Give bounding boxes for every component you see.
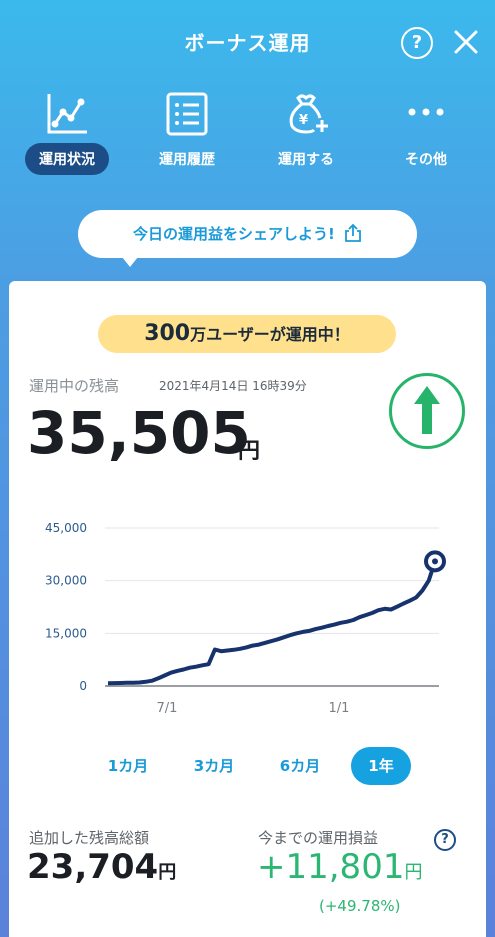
profit-help-button[interactable]: ? (434, 829, 456, 851)
share-icon (345, 224, 361, 242)
app-header: ボーナス運用 ? (0, 0, 495, 86)
profit-number: +11,801 (257, 847, 405, 887)
period-tab-6m[interactable]: 6カ月 (267, 747, 333, 785)
profit-label: 今までの運用損益 (258, 829, 379, 847)
added-unit: 円 (158, 862, 177, 883)
balance-date: 2021年4月14日 16時39分 (159, 379, 307, 393)
y-tick-label: 15,000 (45, 626, 87, 640)
y-tick-label: 45,000 (45, 521, 87, 535)
balance-chart: 45,000 30,000 15,000 0 7/1 1/1 (45, 521, 446, 716)
nav-label: 運用する (278, 152, 334, 168)
share-label: 今日の運用益をシェアしよう! (132, 225, 335, 243)
x-tick-label: 1/1 (329, 701, 350, 716)
nav-item-status[interactable]: 運用状況 (12, 86, 122, 186)
nav-label: 運用履歴 (159, 152, 215, 168)
chart-series-line (107, 560, 437, 686)
profit-value: +11,801円 (257, 847, 422, 887)
nav-item-invest[interactable]: ¥ 運用する (251, 86, 361, 186)
trend-indicator (389, 373, 465, 449)
badge-number: 300 (144, 321, 191, 346)
balance-card: 300万ユーザーが運用中！ 運用中の残高 2021年4月14日 16時39分 3… (9, 281, 486, 937)
added-value: 23,704 (27, 847, 159, 887)
share-button[interactable]: 今日の運用益をシェアしよう! (78, 210, 417, 267)
line-chart-icon (47, 94, 87, 134)
users-badge: 300万ユーザーが運用中！ (98, 315, 396, 353)
badge-text: 万ユーザーが運用中！ (190, 325, 350, 344)
added-balance-label: 追加した残高総額 (29, 829, 150, 847)
period-tab-3m[interactable]: 3カ月 (181, 747, 247, 785)
yen-bag-plus-icon: ¥ (289, 94, 328, 134)
nav-label: その他 (405, 152, 447, 168)
more-dots-icon (408, 108, 444, 116)
y-tick-label: 30,000 (45, 574, 87, 588)
top-nav: 運用状況 運用履歴 ¥ 運用する その他 (0, 86, 495, 186)
close-icon[interactable] (452, 28, 480, 56)
nav-item-more[interactable]: その他 (371, 86, 481, 186)
help-button[interactable]: ? (401, 27, 433, 59)
list-icon (166, 92, 208, 136)
x-tick-label: 7/1 (157, 701, 178, 716)
profit-percent: (+49.78%) (319, 897, 401, 915)
balance-value: 35,505 (27, 399, 251, 467)
chart-end-dot (432, 558, 438, 565)
period-tabs: 1カ月 3カ月 6カ月 1年 (9, 747, 486, 787)
balance-label: 運用中の残高 (29, 377, 120, 395)
nav-label: 運用状況 (25, 143, 109, 175)
balance-unit: 円 (238, 439, 261, 464)
svg-text:¥: ¥ (299, 113, 308, 128)
y-tick-label: 0 (79, 679, 87, 693)
nav-item-history[interactable]: 運用履歴 (132, 86, 242, 186)
added-balance-value: 23,704円 (27, 847, 176, 887)
period-tab-1m[interactable]: 1カ月 (95, 747, 161, 785)
profit-unit: 円 (404, 862, 423, 883)
up-arrow-icon (414, 386, 440, 434)
period-tab-1y[interactable]: 1年 (351, 747, 411, 785)
